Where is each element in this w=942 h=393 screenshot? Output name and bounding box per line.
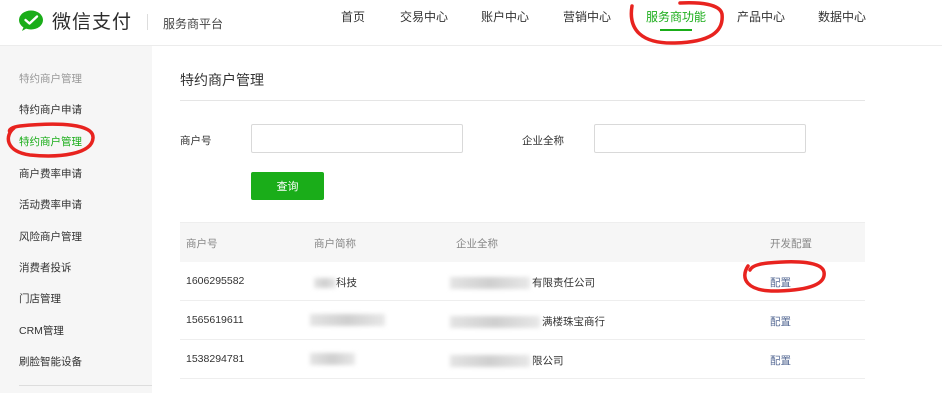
sidebar-item-face-devices[interactable]: 刷脸智能设备 <box>19 354 82 369</box>
full-name-text: 限公司 <box>532 355 564 367</box>
sidebar-item-risk-merchant[interactable]: 风险商户管理 <box>19 229 82 244</box>
config-link[interactable]: 配置 <box>770 353 791 368</box>
nav-trade-center[interactable]: 交易中心 <box>400 8 448 25</box>
wechat-pay-icon <box>18 10 44 32</box>
redacted-mask <box>450 277 530 290</box>
sidebar-divider <box>19 385 152 386</box>
header-merchant-no: 商户号 <box>186 238 218 250</box>
sidebar-item-store-manage[interactable]: 门店管理 <box>19 291 61 306</box>
merchant-table: 商户号 商户简称 企业全称 开发配置 1606295582 科技 有限责任公司 … <box>180 222 865 379</box>
header-divider <box>147 14 148 30</box>
nav-marketing-center[interactable]: 营销中心 <box>563 8 611 25</box>
redacted-mask <box>310 353 355 366</box>
full-name-cell: 有限责任公司 <box>450 275 595 290</box>
short-name-cell <box>310 353 355 366</box>
header-short-name: 商户简称 <box>314 238 356 250</box>
title-divider <box>180 100 865 101</box>
logo-text: 微信支付 <box>52 12 133 33</box>
main-content: 特约商户管理 商户号 企业全称 查询 商户号 商户简称 企业全称 开发配置 16… <box>152 46 942 393</box>
sidebar-item-merchant-apply[interactable]: 特约商户申请 <box>19 102 82 117</box>
redacted-mask <box>314 278 336 289</box>
short-name-cell <box>310 314 385 327</box>
header-full-name: 企业全称 <box>456 238 498 250</box>
company-name-label: 企业全称 <box>522 135 564 147</box>
merchant-no-label: 商户号 <box>180 135 212 147</box>
merchant-no-input[interactable] <box>251 124 463 153</box>
redacted-mask <box>310 314 385 327</box>
sidebar-item-merchant-manage[interactable]: 特约商户管理 <box>19 134 82 149</box>
wechat-pay-logo[interactable]: 微信支付 <box>18 7 132 34</box>
nav-product-center[interactable]: 产品中心 <box>737 8 785 25</box>
platform-name: 服务商平台 <box>163 17 224 31</box>
merchant-no-cell: 1606295582 <box>186 275 245 287</box>
short-name-cell: 科技 <box>314 275 357 290</box>
table-row: 1565619611 满楼珠宝商行 配置 <box>180 301 865 340</box>
sidebar-item-complaints[interactable]: 消费者投诉 <box>19 260 72 275</box>
table-row: 1538294781 限公司 配置 <box>180 340 865 379</box>
merchant-no-cell: 1538294781 <box>186 353 245 365</box>
full-name-text: 满楼珠宝商行 <box>542 316 605 328</box>
redacted-mask <box>450 316 540 329</box>
header-dev-config: 开发配置 <box>770 238 812 250</box>
table-row: 1606295582 科技 有限责任公司 配置 <box>180 262 865 301</box>
nav-provider-functions[interactable]: 服务商功能 <box>646 8 706 31</box>
top-header: 微信支付 服务商平台 首页 交易中心 账户中心 营销中心 服务商功能 产品中心 … <box>0 0 942 46</box>
table-header: 商户号 商户简称 企业全称 开发配置 <box>180 222 865 262</box>
config-link[interactable]: 配置 <box>770 314 791 329</box>
merchant-no-cell: 1565619611 <box>186 314 244 326</box>
nav-account-center[interactable]: 账户中心 <box>481 8 529 25</box>
page-title: 特约商户管理 <box>180 72 264 88</box>
redacted-mask <box>450 355 530 368</box>
short-name-text: 科技 <box>336 277 357 289</box>
sidebar-item-crm[interactable]: CRM管理 <box>19 323 64 338</box>
config-link[interactable]: 配置 <box>770 275 791 290</box>
nav-data-center[interactable]: 数据中心 <box>818 8 866 25</box>
full-name-cell: 限公司 <box>450 353 564 368</box>
nav-home[interactable]: 首页 <box>341 8 365 25</box>
query-button[interactable]: 查询 <box>251 172 324 200</box>
sidebar-item-activity-rate[interactable]: 活动费率申请 <box>19 197 82 212</box>
sidebar-section-title: 特约商户管理 <box>19 73 82 85</box>
full-name-cell: 满楼珠宝商行 <box>450 314 605 329</box>
full-name-text: 有限责任公司 <box>532 277 595 289</box>
company-name-input[interactable] <box>594 124 806 153</box>
sidebar: 特约商户管理 特约商户申请 特约商户管理 商户费率申请 活动费率申请 风险商户管… <box>0 46 152 393</box>
sidebar-item-rate-apply[interactable]: 商户费率申请 <box>19 166 82 181</box>
